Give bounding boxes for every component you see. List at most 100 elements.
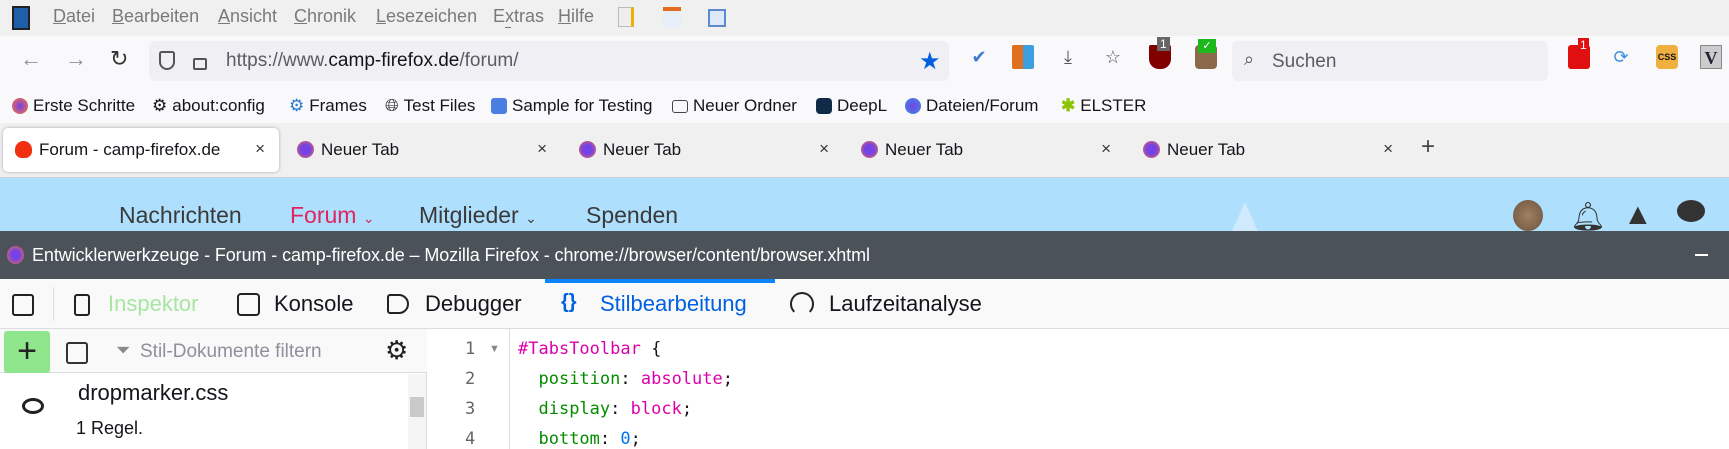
- line-number: 2: [465, 369, 476, 389]
- tab-forum[interactable]: Forum - camp-firefox.de ×: [3, 128, 279, 172]
- close-tab-icon[interactable]: ×: [1101, 139, 1111, 159]
- tab-neuer-tab[interactable]: Neuer Tab ×: [1131, 128, 1407, 172]
- menu-datei[interactable]: Datei: [53, 6, 95, 27]
- close-tab-icon[interactable]: ×: [819, 139, 829, 159]
- eye-icon[interactable]: [22, 398, 44, 414]
- cookie-icon[interactable]: ✓: [1195, 39, 1217, 69]
- tab-konsole[interactable]: Konsole: [274, 291, 354, 317]
- code-line: #TabsToolbar {: [518, 339, 662, 359]
- elster-icon: ✱: [1061, 96, 1076, 115]
- stylesheet-sidebar: + ⏷ Stil-Dokumente filtern ⚙ dropmarker.…: [0, 329, 427, 449]
- url-bar[interactable]: https://www.camp-firefox.de/forum/ ★: [149, 41, 949, 81]
- tab-stilbearbeitung[interactable]: Stilbearbeitung: [600, 291, 747, 317]
- firefox-icon: [7, 246, 24, 264]
- forward-button[interactable]: →: [65, 46, 87, 72]
- fold-arrow-icon[interactable]: ▼: [489, 343, 500, 355]
- w3c-validator-icon[interactable]: ✔: [968, 45, 990, 69]
- nav-nachrichten[interactable]: Nachrichten: [119, 202, 242, 229]
- close-tab-icon[interactable]: ×: [1383, 139, 1393, 159]
- bell-icon[interactable]: 🔔︎: [1570, 200, 1606, 233]
- new-stylesheet-button[interactable]: +: [4, 331, 50, 373]
- line-number: 3: [465, 399, 476, 419]
- new-tab-button[interactable]: +: [1421, 133, 1435, 161]
- close-tab-icon[interactable]: ×: [255, 139, 265, 159]
- import-stylesheet-icon[interactable]: [66, 342, 88, 364]
- warning-icon[interactable]: ▲: [1623, 198, 1653, 232]
- menu-ansicht[interactable]: Ansicht: [218, 6, 277, 27]
- firefox-icon: [297, 141, 314, 158]
- tab-debugger[interactable]: Debugger: [425, 291, 522, 317]
- sync-icon[interactable]: ⟳: [1610, 45, 1632, 69]
- bookmark-sample-for-testing[interactable]: Sample for Testing: [491, 96, 652, 116]
- sidebar-scrollbar[interactable]: [408, 374, 426, 449]
- bookmark-dateien-forum[interactable]: Dateien/Forum: [905, 96, 1038, 116]
- tab-neuer-tab[interactable]: Neuer Tab ×: [849, 128, 1125, 172]
- url-text[interactable]: https://www.camp-firefox.de/forum/: [226, 50, 519, 72]
- tab-inspektor[interactable]: Inspektor: [108, 291, 199, 317]
- minimize-button[interactable]: [1695, 254, 1708, 256]
- search-placeholder: Suchen: [1272, 51, 1337, 72]
- search-icon: ⌕: [1244, 49, 1255, 69]
- active-tab-indicator: [545, 279, 775, 283]
- gear-icon: ⚙: [152, 96, 168, 115]
- menu-hilfe[interactable]: Hilfe: [558, 6, 594, 27]
- deepl-icon: [816, 98, 832, 114]
- divider: [53, 287, 54, 321]
- bookmark-test-files[interactable]: 🌐︎ Test Files: [385, 96, 475, 116]
- bookmark-frames[interactable]: ⚙ Frames: [289, 96, 367, 116]
- tab-neuer-tab[interactable]: Neuer Tab ×: [285, 128, 561, 172]
- stylesheet-list-item[interactable]: dropmarker.css 1 Regel.: [0, 374, 408, 449]
- nav-mitglieder[interactable]: Mitglieder ⌄: [419, 202, 537, 229]
- menu-chronik[interactable]: Chronik: [294, 6, 356, 27]
- nav-spenden[interactable]: Spenden: [586, 202, 678, 229]
- lock-icon[interactable]: [193, 58, 207, 70]
- v-extension-icon[interactable]: V: [1700, 45, 1722, 69]
- filter-input[interactable]: Stil-Dokumente filtern: [140, 341, 322, 363]
- menu-extras[interactable]: Extras: [493, 6, 544, 27]
- reload-button[interactable]: ↻: [110, 46, 128, 72]
- search-box[interactable]: ⌕ Suchen: [1232, 41, 1548, 81]
- menu-lesezeichen[interactable]: Lesezeichen: [376, 6, 477, 27]
- console-icon: [237, 293, 260, 316]
- bookmark-elster[interactable]: ✱ ELSTER: [1061, 96, 1146, 116]
- code-line: display: block;: [538, 399, 693, 419]
- bookmark-erste-schritte[interactable]: Erste Schritte: [12, 96, 135, 116]
- code-editor[interactable]: ▼ 1 2 3 4 #TabsToolbar { position: absol…: [427, 329, 1729, 449]
- firefox-icon: [1143, 141, 1160, 158]
- menu-bar: Datei Bearbeiten Ansicht Chronik Lesezei…: [0, 0, 1729, 36]
- braces-icon: {}: [561, 291, 577, 313]
- sidebar-toolbar: + ⏷ Stil-Dokumente filtern ⚙: [0, 329, 427, 373]
- flame-icon: [15, 141, 32, 158]
- tab-neuer-tab[interactable]: Neuer Tab ×: [567, 128, 843, 172]
- line-number: 4: [465, 429, 476, 449]
- extension-icon[interactable]: [1012, 45, 1034, 69]
- inspector-icon: [74, 294, 90, 316]
- menu-bearbeiten[interactable]: Bearbeiten: [112, 6, 199, 27]
- css-validator-icon[interactable]: CSS: [1656, 45, 1678, 69]
- bookmarks-icon[interactable]: ☆: [1102, 45, 1124, 69]
- download-icon[interactable]: ⤓: [1057, 45, 1079, 69]
- performance-icon: [790, 292, 814, 316]
- close-tab-icon[interactable]: ×: [537, 139, 547, 159]
- notepad-icon[interactable]: [618, 7, 634, 27]
- bookmark-about-config[interactable]: ⚙ about:config: [152, 96, 265, 116]
- firefox-icon: [861, 141, 878, 158]
- bookmark-deepl[interactable]: DeepL: [816, 96, 887, 116]
- chat-icon[interactable]: [1677, 200, 1705, 222]
- windows-icon[interactable]: [708, 9, 726, 27]
- bookmark-star-icon[interactable]: ★: [919, 47, 941, 76]
- ublock-icon[interactable]: 1: [1149, 37, 1171, 69]
- notification-extension-icon[interactable]: 1: [1568, 38, 1590, 69]
- settings-gear-icon[interactable]: ⚙: [385, 335, 408, 366]
- stylesheet-rule-count: 1 Regel.: [76, 418, 144, 438]
- calendar-icon[interactable]: [663, 7, 681, 27]
- shield-icon[interactable]: [159, 51, 175, 70]
- bookmark-folder-neuer-ordner[interactable]: Neuer Ordner: [672, 96, 797, 116]
- bookmarks-toolbar: Erste Schritte ⚙ about:config ⚙ Frames 🌐︎ T…: [0, 88, 1729, 123]
- avatar[interactable]: [1513, 200, 1543, 231]
- nav-forum[interactable]: Forum ⌄: [290, 202, 375, 229]
- element-picker-icon[interactable]: [12, 294, 34, 316]
- tab-laufzeitanalyse[interactable]: Laufzeitanalyse: [829, 291, 982, 317]
- ublock-badge: 1: [1157, 37, 1170, 51]
- back-button[interactable]: ←: [20, 46, 42, 72]
